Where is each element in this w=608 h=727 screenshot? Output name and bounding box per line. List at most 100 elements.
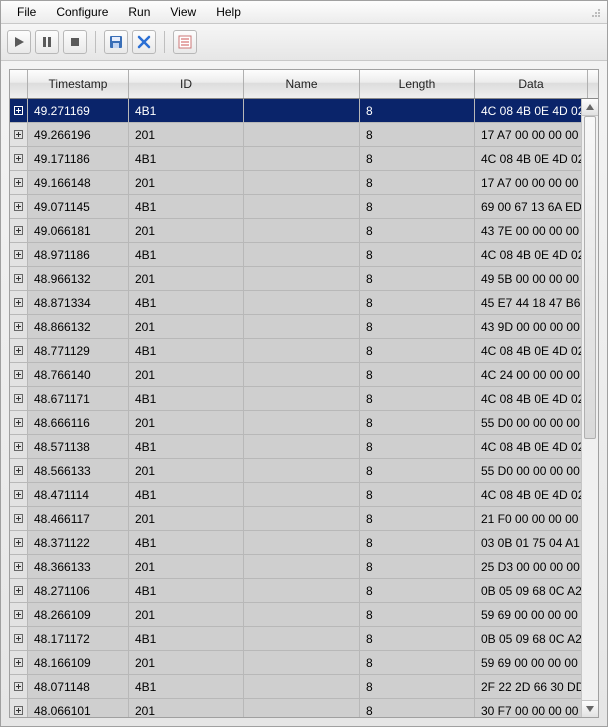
- cell-timestamp: 48.171172: [28, 627, 129, 650]
- menu-help[interactable]: Help: [206, 3, 251, 21]
- table-row[interactable]: 48.2711064B180B 05 09 68 0C A2 ...: [10, 579, 582, 603]
- expand-toggle[interactable]: [10, 267, 28, 290]
- table-row[interactable]: 49.0711454B1869 00 67 13 6A ED 6...: [10, 195, 582, 219]
- cell-length: 8: [360, 315, 475, 338]
- expand-toggle[interactable]: [10, 699, 28, 717]
- cell-length: 8: [360, 363, 475, 386]
- expand-toggle[interactable]: [10, 651, 28, 674]
- table-row[interactable]: 48.366133201825 D3 00 00 00 00 6...: [10, 555, 582, 579]
- cell-data: 55 D0 00 00 00 00 9...: [475, 411, 582, 434]
- menu-view[interactable]: View: [160, 3, 206, 21]
- cell-length: 8: [360, 387, 475, 410]
- column-header[interactable]: [10, 70, 28, 98]
- column-header[interactable]: Length: [360, 70, 475, 98]
- play-button[interactable]: [7, 30, 31, 54]
- table-row[interactable]: 49.2711694B184C 08 4B 0E 4D 02 ...: [10, 99, 582, 123]
- clear-button[interactable]: [132, 30, 156, 54]
- expand-toggle[interactable]: [10, 435, 28, 458]
- cell-length: 8: [360, 699, 475, 717]
- expand-toggle[interactable]: [10, 555, 28, 578]
- vertical-scrollbar[interactable]: [581, 99, 598, 717]
- expand-toggle[interactable]: [10, 171, 28, 194]
- expand-toggle[interactable]: [10, 531, 28, 554]
- column-header[interactable]: Name: [244, 70, 360, 98]
- cell-data: 59 69 00 00 00 00 3...: [475, 651, 582, 674]
- expand-toggle[interactable]: [10, 675, 28, 698]
- expand-toggle[interactable]: [10, 123, 28, 146]
- table-row[interactable]: 48.566133201855 D0 00 00 00 00 5...: [10, 459, 582, 483]
- expand-toggle[interactable]: [10, 579, 28, 602]
- clear-icon: [137, 35, 151, 49]
- table-row[interactable]: 48.0711484B182F 22 2D 66 30 DD ...: [10, 675, 582, 699]
- table-row[interactable]: 49.266196201817 A7 00 00 00 00 8...: [10, 123, 582, 147]
- expand-toggle[interactable]: [10, 603, 28, 626]
- cell-name: [244, 363, 360, 386]
- expand-toggle[interactable]: [10, 147, 28, 170]
- cell-timestamp: 48.771129: [28, 339, 129, 362]
- table-row[interactable]: 48.8713344B1845 E7 44 18 47 B6 4...: [10, 291, 582, 315]
- table-row[interactable]: 48.966132201849 5B 00 00 00 00 1...: [10, 267, 582, 291]
- table-row[interactable]: 48.166109201859 69 00 00 00 00 3...: [10, 651, 582, 675]
- toolbar-separator: [164, 31, 165, 53]
- table-row[interactable]: 48.76614020184C 24 00 00 00 00 9...: [10, 363, 582, 387]
- cell-data: 49 5B 00 00 00 00 1...: [475, 267, 582, 290]
- cell-data: 0B 05 09 68 0C A2 ...: [475, 579, 582, 602]
- save-button[interactable]: [104, 30, 128, 54]
- table-row[interactable]: 49.1711864B184C 08 4B 0E 4D 02 ...: [10, 147, 582, 171]
- expand-toggle[interactable]: [10, 339, 28, 362]
- menu-run[interactable]: Run: [118, 3, 160, 21]
- scroll-track[interactable]: [582, 116, 598, 700]
- expand-toggle[interactable]: [10, 507, 28, 530]
- cell-length: 8: [360, 219, 475, 242]
- expand-toggle[interactable]: [10, 387, 28, 410]
- scroll-up-button[interactable]: [582, 99, 598, 116]
- cell-id: 201: [129, 363, 244, 386]
- table-row[interactable]: 48.3711224B1803 0B 01 75 04 A1 F...: [10, 531, 582, 555]
- expand-toggle[interactable]: [10, 627, 28, 650]
- scroll-down-button[interactable]: [582, 700, 598, 717]
- table-row[interactable]: 48.866132201843 9D 00 00 00 00 1...: [10, 315, 582, 339]
- table-row[interactable]: 48.7711294B184C 08 4B 0E 4D 02 ...: [10, 339, 582, 363]
- table-row[interactable]: 48.1711724B180B 05 09 68 0C A2 ...: [10, 627, 582, 651]
- plus-icon: [14, 178, 23, 187]
- cell-data: 0B 05 09 68 0C A2 ...: [475, 627, 582, 650]
- expand-toggle[interactable]: [10, 195, 28, 218]
- column-header[interactable]: Data: [475, 70, 588, 98]
- table-row[interactable]: 48.666116201855 D0 00 00 00 00 9...: [10, 411, 582, 435]
- table-row[interactable]: 48.9711864B184C 08 4B 0E 4D 02 ...: [10, 243, 582, 267]
- expand-toggle[interactable]: [10, 219, 28, 242]
- expand-toggle[interactable]: [10, 315, 28, 338]
- expand-toggle[interactable]: [10, 243, 28, 266]
- plus-icon: [14, 394, 23, 403]
- cell-timestamp: 48.266109: [28, 603, 129, 626]
- table-row[interactable]: 49.166148201817 A7 00 00 00 00 8...: [10, 171, 582, 195]
- table-row[interactable]: 48.466117201821 F0 00 00 00 00 A...: [10, 507, 582, 531]
- play-icon: [13, 36, 25, 48]
- plus-icon: [14, 634, 23, 643]
- stop-button[interactable]: [63, 30, 87, 54]
- app-window: File Configure Run View Help: [0, 0, 608, 727]
- expand-toggle[interactable]: [10, 99, 28, 122]
- cell-name: [244, 147, 360, 170]
- cell-timestamp: 48.071148: [28, 675, 129, 698]
- menu-configure[interactable]: Configure: [46, 3, 118, 21]
- expand-toggle[interactable]: [10, 483, 28, 506]
- column-header[interactable]: Timestamp: [28, 70, 129, 98]
- table-row[interactable]: 48.6711714B184C 08 4B 0E 4D 02 ...: [10, 387, 582, 411]
- expand-toggle[interactable]: [10, 291, 28, 314]
- table-row[interactable]: 48.4711144B184C 08 4B 0E 4D 02 ...: [10, 483, 582, 507]
- list-view-button[interactable]: [173, 30, 197, 54]
- pause-button[interactable]: [35, 30, 59, 54]
- table-row[interactable]: 48.066101201830 F7 00 00 00 00 5...: [10, 699, 582, 717]
- column-header[interactable]: ID: [129, 70, 244, 98]
- scroll-thumb[interactable]: [584, 116, 596, 439]
- expand-toggle[interactable]: [10, 411, 28, 434]
- table-row[interactable]: 48.266109201859 69 00 00 00 00 3...: [10, 603, 582, 627]
- cell-name: [244, 339, 360, 362]
- menu-file[interactable]: File: [7, 3, 46, 21]
- expand-toggle[interactable]: [10, 459, 28, 482]
- table-row[interactable]: 48.5711384B184C 08 4B 0E 4D 02 ...: [10, 435, 582, 459]
- cell-length: 8: [360, 651, 475, 674]
- table-row[interactable]: 49.066181201843 7E 00 00 00 00 A...: [10, 219, 582, 243]
- expand-toggle[interactable]: [10, 363, 28, 386]
